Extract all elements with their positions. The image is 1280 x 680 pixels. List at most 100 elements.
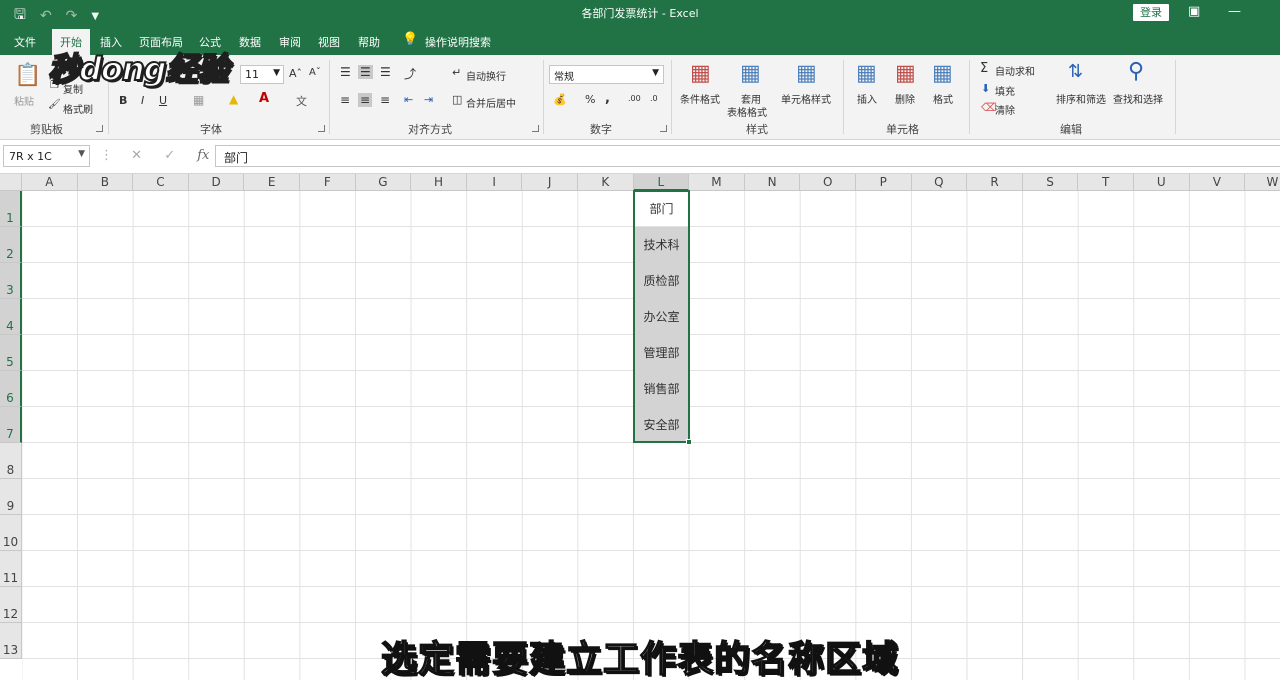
column-header-q[interactable]: Q <box>911 174 968 191</box>
align-left-icon[interactable]: ≡ <box>340 93 350 107</box>
border-icon[interactable]: ▦ <box>193 93 204 107</box>
shrink-font-icon[interactable]: Aˇ <box>309 67 321 78</box>
format-painter-button[interactable]: 格式刷 <box>63 101 93 116</box>
cell-l7[interactable]: 安全部 <box>634 407 689 443</box>
phonetic-icon[interactable]: 文 <box>296 93 307 109</box>
column-header-n[interactable]: N <box>744 174 801 191</box>
underline-icon[interactable]: U <box>159 94 167 107</box>
sort-filter-icon[interactable]: ⇅ <box>1068 61 1083 82</box>
increase-indent-icon[interactable]: ⇥ <box>424 93 433 106</box>
row-header-12[interactable]: 12 <box>0 587 22 623</box>
cell-l3[interactable]: 质检部 <box>634 263 689 299</box>
fill-color-icon[interactable]: ▲ <box>229 92 238 106</box>
column-header-k[interactable]: K <box>578 174 634 191</box>
cell-l6[interactable]: 销售部 <box>634 371 689 407</box>
tell-me-search[interactable]: 操作说明搜索 <box>425 34 491 50</box>
format-as-table-button[interactable]: 表格格式 <box>727 104 767 119</box>
font-size-select[interactable]: 11 ▼ <box>240 65 284 84</box>
font-color-icon[interactable]: A <box>259 91 269 106</box>
alignment-launcher-icon[interactable] <box>532 125 539 132</box>
fill-handle[interactable] <box>686 439 692 445</box>
bold-icon[interactable]: B <box>119 94 127 107</box>
tab-help[interactable]: 帮助 <box>358 34 380 50</box>
column-header-c[interactable]: C <box>133 174 189 191</box>
column-header-d[interactable]: D <box>188 174 245 191</box>
orientation-icon[interactable]: ⤴ <box>404 65 416 82</box>
row-header-2[interactable]: 2 <box>0 227 22 263</box>
tab-view[interactable]: 视图 <box>318 34 340 50</box>
align-top-icon[interactable]: ☰ <box>340 65 351 79</box>
conditional-format-icon[interactable]: ▦ <box>690 61 711 86</box>
tab-file[interactable]: 文件 <box>14 34 36 50</box>
minimize-icon[interactable]: — <box>1228 4 1241 19</box>
login-button[interactable]: 登录 <box>1133 4 1169 21</box>
tab-review[interactable]: 审阅 <box>279 34 301 50</box>
cell-l2[interactable]: 技术科 <box>634 227 689 263</box>
column-header-b[interactable]: B <box>77 174 134 191</box>
grow-font-icon[interactable]: Aˆ <box>289 67 302 80</box>
align-center-icon[interactable]: ≡ <box>358 93 373 107</box>
merge-center-icon[interactable]: ◫ <box>452 93 462 106</box>
decrease-decimal-icon[interactable]: .0 <box>650 94 658 103</box>
ribbon-display-icon[interactable]: ▣ <box>1188 4 1200 19</box>
tab-data[interactable]: 数据 <box>239 34 261 50</box>
row-header-5[interactable]: 5 <box>0 335 22 371</box>
column-header-o[interactable]: O <box>800 174 856 191</box>
delete-cells-icon[interactable]: ▦ <box>895 61 916 86</box>
row-header-9[interactable]: 9 <box>0 479 22 515</box>
column-header-v[interactable]: V <box>1189 174 1246 191</box>
format-cells-icon[interactable]: ▦ <box>932 61 953 86</box>
column-header-a[interactable]: A <box>22 174 78 191</box>
autosum-icon[interactable]: Σ <box>980 61 988 76</box>
row-header-7[interactable]: 7 <box>0 407 22 443</box>
column-header-t[interactable]: T <box>1078 174 1134 191</box>
conditional-format-button[interactable]: 条件格式 <box>680 91 720 106</box>
column-header-r[interactable]: R <box>967 174 1023 191</box>
delete-cells-button[interactable]: 删除 <box>895 91 915 106</box>
percent-icon[interactable]: % <box>585 93 595 106</box>
column-header-p[interactable]: P <box>856 174 912 191</box>
italic-icon[interactable]: I <box>141 94 144 107</box>
format-as-table-icon[interactable]: ▦ <box>740 61 761 86</box>
column-header-s[interactable]: S <box>1022 174 1079 191</box>
column-header-e[interactable]: E <box>244 174 300 191</box>
align-middle-icon[interactable]: ☰ <box>358 65 373 79</box>
column-header-f[interactable]: F <box>300 174 356 191</box>
row-header-1[interactable]: 1 <box>0 191 22 227</box>
wrap-text-icon[interactable]: ↵ <box>452 66 461 79</box>
name-box[interactable]: 7R x 1C ▼ <box>3 145 90 167</box>
insert-cells-icon[interactable]: ▦ <box>856 61 877 86</box>
paste-button[interactable]: 粘贴 <box>14 93 34 108</box>
cell-l1[interactable]: 部门 <box>634 191 689 227</box>
enter-icon[interactable]: ✓ <box>164 148 175 163</box>
fill-button[interactable]: 填充 <box>995 83 1015 98</box>
column-header-w[interactable]: W <box>1245 174 1280 191</box>
autosum-button[interactable]: 自动求和 <box>995 63 1035 78</box>
row-header-10[interactable]: 10 <box>0 515 22 551</box>
row-header-11[interactable]: 11 <box>0 551 22 587</box>
find-select-button[interactable]: 查找和选择 <box>1113 91 1163 106</box>
find-select-icon[interactable]: ⚲ <box>1128 59 1144 84</box>
font-launcher-icon[interactable] <box>318 125 325 132</box>
decrease-indent-icon[interactable]: ⇤ <box>404 93 413 106</box>
cell-l4[interactable]: 办公室 <box>634 299 689 335</box>
cell-l5[interactable]: 管理部 <box>634 335 689 371</box>
row-header-3[interactable]: 3 <box>0 263 22 299</box>
wrap-text-button[interactable]: 自动换行 <box>466 68 506 83</box>
row-header-8[interactable]: 8 <box>0 443 22 479</box>
format-painter-icon[interactable]: 🖌 <box>48 99 61 110</box>
insert-cells-button[interactable]: 插入 <box>857 91 877 106</box>
column-header-h[interactable]: H <box>411 174 467 191</box>
row-header-6[interactable]: 6 <box>0 371 22 407</box>
column-header-g[interactable]: G <box>355 174 412 191</box>
format-cells-button[interactable]: 格式 <box>933 91 953 106</box>
column-header-j[interactable]: J <box>522 174 578 191</box>
cell-styles-icon[interactable]: ▦ <box>796 61 817 86</box>
cell-styles-button[interactable]: 单元格样式 <box>781 91 831 106</box>
sort-filter-button[interactable]: 排序和筛选 <box>1056 91 1106 106</box>
insert-function-icon[interactable]: fx <box>197 148 209 163</box>
align-bottom-icon[interactable]: ☰ <box>380 65 391 79</box>
cancel-icon[interactable]: ✕ <box>131 148 142 163</box>
formula-input[interactable]: 部门 <box>215 145 1280 167</box>
fill-icon[interactable]: ⬇ <box>981 82 990 95</box>
